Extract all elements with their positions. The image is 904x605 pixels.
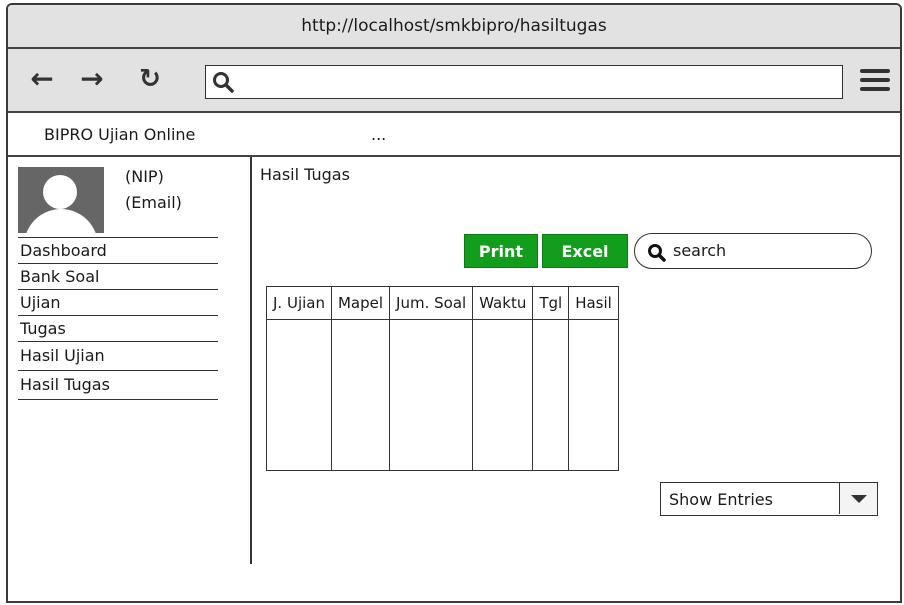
print-button[interactable]: Print [464, 234, 538, 268]
app-brand[interactable]: BIPRO Ujian Online [44, 125, 195, 144]
app-header: BIPRO Ujian Online ... [8, 113, 900, 157]
browser-window: http://localhost/smkbipro/hasiltugas ← →… [6, 3, 902, 603]
search-icon [213, 72, 234, 93]
column-header[interactable]: Hasil [568, 286, 619, 320]
table-cell [389, 319, 474, 471]
address-bar[interactable] [205, 65, 843, 99]
show-entries-select[interactable]: Show Entries [660, 482, 878, 516]
sidebar-item-tugas[interactable]: Tugas [18, 316, 218, 342]
search-input[interactable]: search [634, 233, 872, 269]
refresh-icon[interactable]: ↻ [136, 63, 164, 95]
page-url-title: http://localhost/smkbipro/hasiltugas [301, 16, 607, 36]
main-content: Hasil Tugas Print Excel search J. Ujian … [252, 157, 900, 597]
sidebar-item-hasil-tugas[interactable]: Hasil Tugas [18, 371, 218, 400]
table-cell [330, 319, 391, 471]
column-header[interactable]: J. Ujian [266, 286, 332, 320]
sidebar-item-dashboard[interactable]: Dashboard [18, 238, 218, 264]
sidebar-item-bank-soal[interactable]: Bank Soal [18, 264, 218, 290]
window-title-bar: http://localhost/smkbipro/hasiltugas [8, 5, 900, 49]
profile-nip: (NIP) [125, 167, 164, 186]
sidebar-item-ujian[interactable]: Ujian [18, 290, 218, 316]
table-cell [532, 319, 570, 471]
column-header[interactable]: Waktu [472, 286, 534, 320]
column-header[interactable]: Tgl [532, 286, 570, 320]
search-placeholder: search [673, 241, 727, 260]
search-icon [648, 244, 666, 262]
column-header[interactable]: Jum. Soal [389, 286, 474, 320]
dropdown-caret-icon[interactable] [839, 483, 877, 514]
table-header-row: J. Ujian Mapel Jum. Soal Waktu Tgl Hasil [266, 286, 619, 320]
sidebar-menu: Dashboard Bank Soal Ujian Tugas Hasil Uj… [18, 237, 218, 400]
column-header[interactable]: Mapel [330, 286, 391, 320]
sidebar: (NIP) (Email) Dashboard Bank Soal Ujian … [8, 157, 252, 564]
browser-toolbar: ← → ↻ [8, 49, 900, 113]
table-row [266, 319, 619, 471]
forward-arrow-icon[interactable]: → [78, 63, 106, 95]
show-entries-label: Show Entries [669, 490, 773, 509]
back-arrow-icon[interactable]: ← [28, 63, 56, 95]
results-table: J. Ujian Mapel Jum. Soal Waktu Tgl Hasil [266, 286, 619, 471]
excel-button[interactable]: Excel [542, 234, 628, 268]
table-cell [472, 319, 534, 471]
sidebar-item-hasil-ujian[interactable]: Hasil Ujian [18, 342, 218, 371]
user-avatar-icon [18, 167, 104, 233]
table-cell [568, 319, 619, 471]
header-more[interactable]: ... [371, 125, 386, 144]
table-cell [266, 319, 332, 471]
hamburger-menu-icon[interactable] [860, 69, 890, 91]
profile-email: (Email) [125, 193, 182, 212]
page-title: Hasil Tugas [260, 165, 350, 184]
